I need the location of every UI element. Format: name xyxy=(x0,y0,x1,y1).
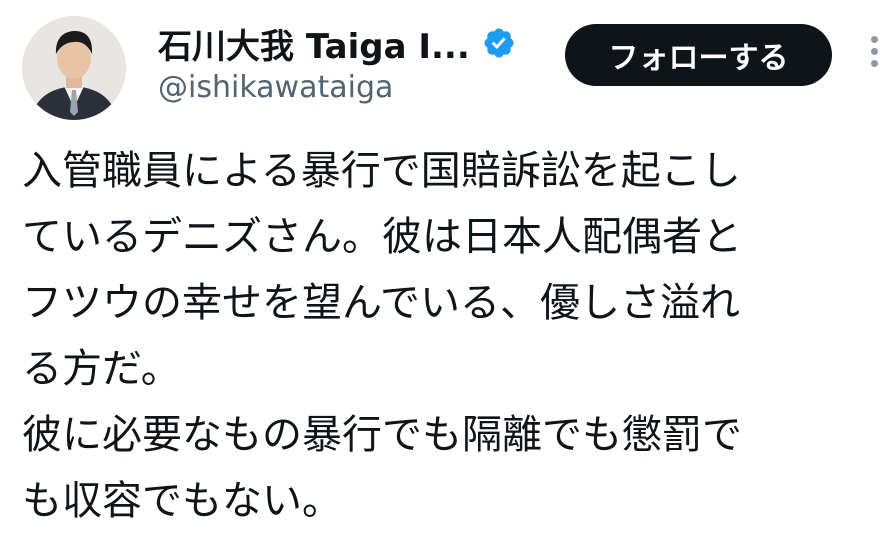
tweet-text: 入管職員による暴行で国賠訴訟を起こし ているデニズさん。彼は日本人配偶者と フツ… xyxy=(22,138,872,534)
author-name-row: 石川大我 Taiga I... xyxy=(158,18,516,68)
follow-button[interactable]: フォローする xyxy=(565,24,832,86)
tweet-text-line: ているデニズさん。彼は日本人配偶者と xyxy=(22,214,742,260)
tweet-card: 石川大我 Taiga I... @ishikawataiga フォローする 入管… xyxy=(0,0,890,541)
author-handle[interactable]: @ishikawataiga xyxy=(158,70,393,105)
tweet-text-line: 彼に必要なもの暴行でも隔離でも懲罰で xyxy=(22,412,742,458)
avatar-photo xyxy=(22,16,126,120)
more-dot xyxy=(870,36,878,43)
more-dot xyxy=(870,48,878,55)
more-vertical-icon[interactable] xyxy=(862,32,886,80)
verified-badge-icon xyxy=(482,26,516,60)
more-dot xyxy=(870,60,878,67)
tweet-text-line: も収容でもない。 xyxy=(22,478,342,524)
display-name[interactable]: 石川大我 Taiga I... xyxy=(158,19,470,68)
tweet-text-line: る方だ。 xyxy=(22,346,181,392)
tweet-text-line: フツウの幸せを望んでいる、優しさ溢れ xyxy=(22,280,740,326)
avatar[interactable] xyxy=(22,16,126,120)
tweet-text-line: 入管職員による暴行で国賠訴訟を起こし xyxy=(22,148,741,194)
